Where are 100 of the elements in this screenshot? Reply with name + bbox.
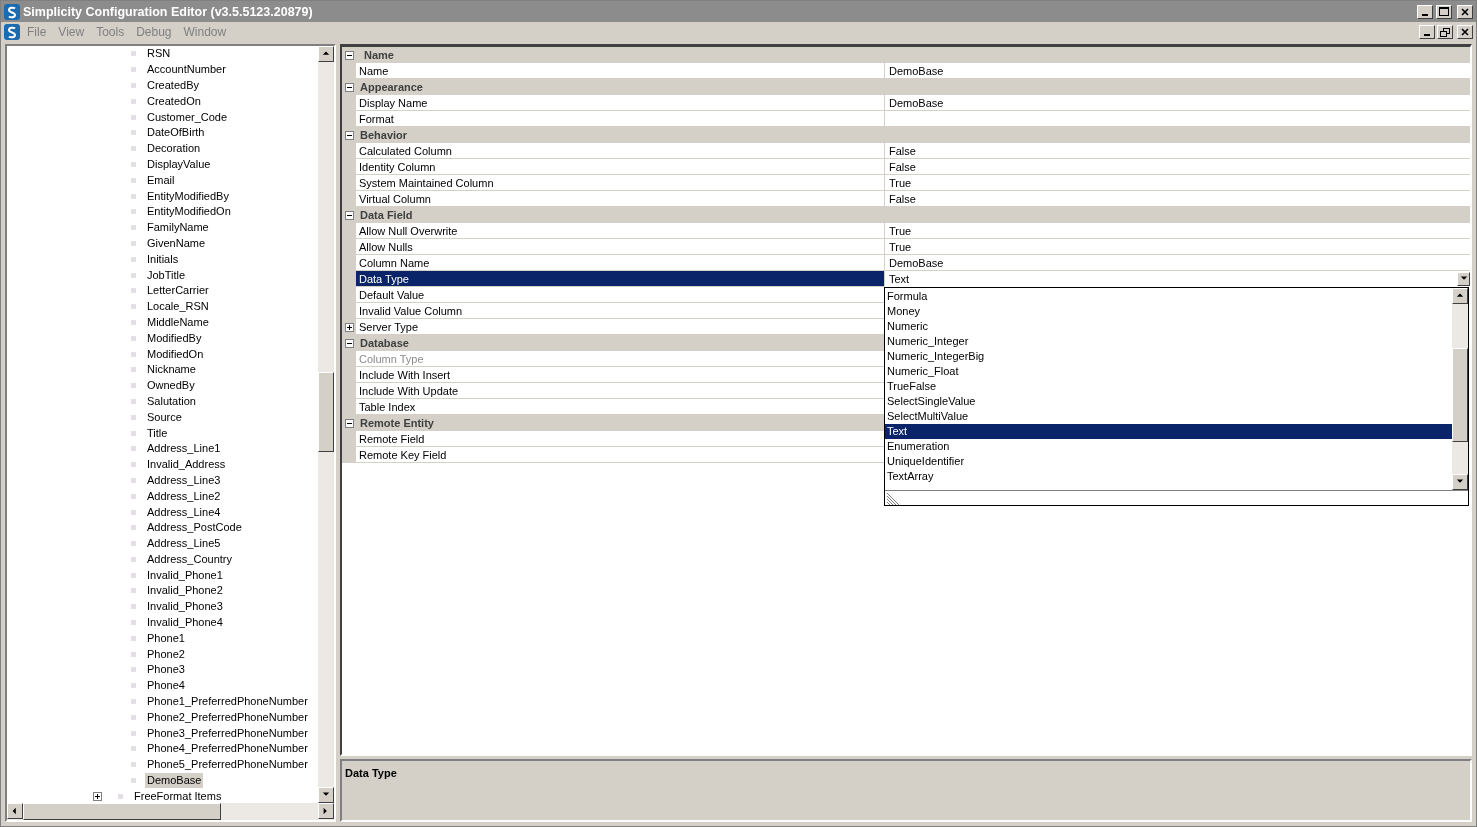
tree-item[interactable]: AccountNumber xyxy=(145,62,228,78)
tree-item[interactable]: Address_Line5 xyxy=(145,536,223,552)
horizontal-scrollbar[interactable] xyxy=(7,803,334,820)
collapse-icon[interactable] xyxy=(345,338,354,348)
scroll-left-button[interactable] xyxy=(7,803,23,819)
expand-icon[interactable] xyxy=(93,791,102,801)
tree-item[interactable]: Phone2_PreferredPhoneNumber xyxy=(145,709,310,725)
collapse-icon[interactable] xyxy=(345,130,354,140)
property-name[interactable]: Calculated Column xyxy=(356,143,884,159)
property-name[interactable]: Name xyxy=(356,63,884,79)
collapse-icon[interactable] xyxy=(345,210,354,220)
tree-item[interactable]: Address_PostCode xyxy=(145,520,244,536)
tree-item[interactable]: Invalid_Phone1 xyxy=(145,567,225,583)
property-value[interactable]: DemoBase xyxy=(885,63,1470,79)
tree-item[interactable]: ModifiedOn xyxy=(145,346,206,362)
tree-item[interactable]: Phone1 xyxy=(145,630,187,646)
property-name[interactable]: Data Type xyxy=(356,271,884,287)
dropdown-option[interactable]: Text xyxy=(885,424,1452,439)
tree-item[interactable]: OwnedBy xyxy=(145,378,197,394)
property-name[interactable]: Server Type xyxy=(356,319,884,335)
maximize-button[interactable] xyxy=(1436,4,1452,19)
category-label[interactable]: Name xyxy=(364,49,394,61)
minimize-button[interactable] xyxy=(1419,25,1435,39)
property-name[interactable]: Table Index xyxy=(356,399,884,415)
property-name[interactable]: System Maintained Column xyxy=(356,175,884,191)
property-value[interactable]: DemoBase xyxy=(885,255,1470,271)
tree-item[interactable]: GivenName xyxy=(145,235,208,251)
tree-item[interactable]: Invalid_Address xyxy=(145,457,228,473)
collapse-icon[interactable] xyxy=(345,50,354,60)
expand-icon[interactable] xyxy=(345,322,354,332)
category-label[interactable]: Remote Entity xyxy=(360,417,434,429)
category-label[interactable]: Appearance xyxy=(360,81,423,93)
tree-item[interactable]: Salutation xyxy=(145,393,198,409)
app-logo-icon[interactable] xyxy=(4,24,20,40)
tree-item[interactable]: Invalid_Phone4 xyxy=(145,615,225,631)
property-name[interactable]: Virtual Column xyxy=(356,191,884,207)
tree-item[interactable]: Customer_Code xyxy=(145,109,230,125)
tree-item[interactable]: JobTitle xyxy=(145,267,188,283)
tree-item[interactable]: Source xyxy=(145,409,184,425)
property-name[interactable]: Column Name xyxy=(356,255,884,271)
property-name[interactable]: Identity Column xyxy=(356,159,884,175)
tree-item[interactable]: Phone5_PreferredPhoneNumber xyxy=(145,757,310,773)
property-name[interactable]: Remote Key Field xyxy=(356,447,884,463)
scroll-right-button[interactable] xyxy=(318,803,334,819)
property-value[interactable]: DemoBase xyxy=(885,95,1470,111)
tree-item[interactable]: Phone2 xyxy=(145,646,187,662)
collapse-icon[interactable] xyxy=(345,82,354,92)
tree-item[interactable]: EntityModifiedBy xyxy=(145,188,231,204)
tree-item[interactable]: Email xyxy=(145,172,177,188)
tree-item[interactable]: Address_Line1 xyxy=(145,441,223,457)
property-name[interactable]: Default Value xyxy=(356,287,884,303)
tree-item[interactable]: Decoration xyxy=(145,141,203,157)
tree-item[interactable]: Phone4 xyxy=(145,678,187,694)
property-name[interactable]: Format xyxy=(356,111,884,127)
tree-item[interactable]: Phone4_PreferredPhoneNumber xyxy=(145,741,310,757)
property-name[interactable]: Remote Field xyxy=(356,431,884,447)
scrollbar-thumb[interactable] xyxy=(1452,348,1468,442)
property-value[interactable]: True xyxy=(885,223,1470,239)
restore-button[interactable] xyxy=(1437,25,1453,39)
tree-item[interactable]: Phone1_PreferredPhoneNumber xyxy=(145,694,310,710)
property-name[interactable]: Include With Update xyxy=(356,383,884,399)
tree-item[interactable]: Address_Line2 xyxy=(145,488,223,504)
scrollbar-thumb[interactable] xyxy=(318,372,334,452)
dropdown-button[interactable] xyxy=(1457,272,1470,286)
scroll-down-button[interactable] xyxy=(1452,474,1468,490)
property-value[interactable]: False xyxy=(885,191,1470,207)
tree-item[interactable]: ModifiedBy xyxy=(145,330,204,346)
tree-item[interactable]: CreatedOn xyxy=(145,93,203,109)
scroll-up-button[interactable] xyxy=(318,46,334,62)
tree-item[interactable]: Nickname xyxy=(145,362,198,378)
tree-item[interactable]: Locale_RSN xyxy=(145,299,211,315)
property-value[interactable]: False xyxy=(885,159,1470,175)
tree-item[interactable]: LetterCarrier xyxy=(145,283,211,299)
tree-item[interactable]: EntityModifiedOn xyxy=(145,204,233,220)
scrollbar-thumb[interactable] xyxy=(23,803,221,820)
property-name[interactable]: Allow Null Overwrite xyxy=(356,223,884,239)
tree-item[interactable]: DisplayValue xyxy=(145,156,213,172)
vertical-scrollbar[interactable] xyxy=(318,46,334,803)
collapse-icon[interactable] xyxy=(345,418,354,428)
tree-item[interactable]: RSN xyxy=(145,46,173,62)
tree-item[interactable]: DateOfBirth xyxy=(145,125,207,141)
scroll-down-button[interactable] xyxy=(318,787,334,803)
minimize-button[interactable] xyxy=(1417,4,1433,19)
tree-item[interactable]: FreeFormat Items xyxy=(132,788,224,803)
tree-item[interactable]: Invalid_Phone2 xyxy=(145,583,225,599)
combo-field[interactable]: Text xyxy=(885,271,1470,287)
vertical-scrollbar[interactable] xyxy=(1452,288,1468,490)
property-name[interactable]: Include With Insert xyxy=(356,367,884,383)
tree-item[interactable]: Address_Line4 xyxy=(145,504,223,520)
property-value[interactable]: True xyxy=(885,175,1470,191)
property-name[interactable]: Invalid Value Column xyxy=(356,303,884,319)
close-button[interactable] xyxy=(1457,25,1473,39)
tree-item[interactable]: CreatedBy xyxy=(145,78,201,93)
category-label[interactable]: Behavior xyxy=(360,129,408,141)
scroll-up-button[interactable] xyxy=(1452,288,1468,304)
property-value[interactable]: True xyxy=(885,239,1470,255)
tree-item[interactable]: Phone3_PreferredPhoneNumber xyxy=(145,725,310,741)
tree-item[interactable]: Invalid_Phone3 xyxy=(145,599,225,615)
property-name[interactable]: Allow Nulls xyxy=(356,239,884,255)
tree-item[interactable]: MiddleName xyxy=(145,314,211,330)
